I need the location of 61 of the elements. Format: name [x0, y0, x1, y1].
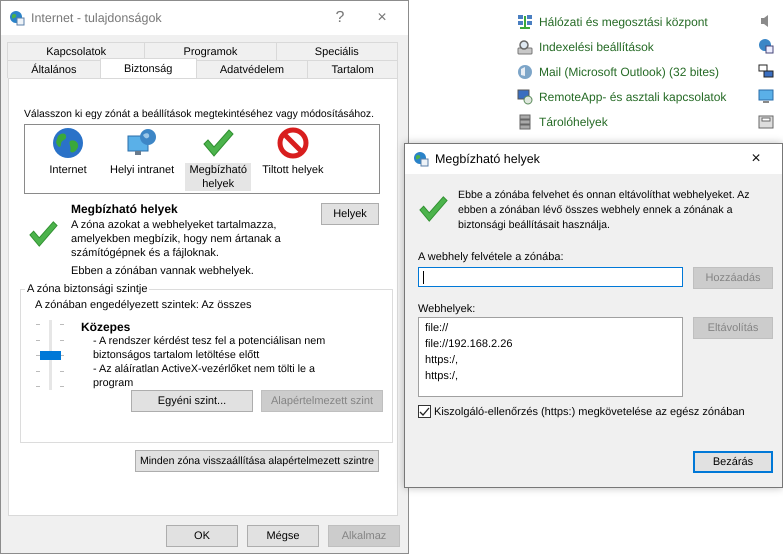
dialog-description: Ebbe a zónába felvehet és onnan eltávolíthat webhelyeket. Az ebben a zónában lévő összes webhely ennek a zónának a biztonsági beállításait használja. — [458, 188, 751, 233]
dialog-button[interactable]: Minden zóna visszaállítása alapértelmezett szintre — [134, 450, 379, 472]
level-description: - A rendszer kérdést tesz fel a potenciálisan nem biztonságos tartalom letöltése előtt — [92, 334, 326, 362]
zone-description: A zóna azokat a webhelyeket tartalmazza, amelyekben megbízik, hogy nem ártanak a számítógépnek és a fájloknak. — [71, 218, 282, 260]
tab[interactable]: Tartalom — [307, 60, 398, 78]
zone-item[interactable]: Internet — [46, 163, 90, 177]
checkbox[interactable] — [418, 405, 431, 418]
site-input-field[interactable] — [418, 267, 683, 287]
zone-item[interactable]: Megbízható helyek — [185, 163, 252, 191]
tab[interactable]: Biztonság — [100, 58, 197, 78]
globe-icon — [517, 64, 533, 80]
dialog-button[interactable]: OK — [166, 525, 238, 547]
allowed-levels-text: A zónában engedélyezett szintek: Az összes — [35, 299, 252, 311]
site-item[interactable]: file:// — [425, 322, 676, 334]
close-button[interactable]: × — [364, 9, 400, 27]
sites-button[interactable]: Helyek — [321, 203, 379, 225]
list-label: Webhelyek: — [418, 303, 476, 315]
control-panel-link[interactable]: Hálózati és megosztási központ — [539, 15, 708, 29]
checkbox-label[interactable]: Kiszolgáló-ellenőrzés (https:) megkövetelése az egész zónában — [434, 406, 745, 418]
window-title: Megbízható helyek — [435, 152, 541, 166]
tab[interactable]: Kapcsolatok — [7, 42, 146, 60]
site-item[interactable]: file://192.168.2.26 — [425, 338, 676, 350]
site-item[interactable]: https:/, — [425, 354, 676, 366]
slider-thumb[interactable] — [40, 350, 61, 360]
level-name: Közepes — [81, 320, 132, 334]
window-title: Internet - tulajdonságok — [31, 11, 163, 25]
globe-icon — [758, 38, 774, 54]
globe-icon — [9, 10, 25, 26]
phone-icon — [758, 113, 774, 129]
control-panel-link[interactable]: Mail (Microsoft Outlook) (32 bites) — [539, 65, 720, 79]
sites-list[interactable]: file:// file://192.168.2.26 https:/, https:/, — [418, 317, 683, 397]
zone-item[interactable]: Tiltott helyek — [259, 163, 327, 177]
tab[interactable]: Általános — [7, 60, 101, 78]
tab[interactable]: Programok — [144, 42, 277, 60]
control-panel-link[interactable]: RemoteApp- és asztali kapcsolatok — [539, 90, 726, 104]
storage-icon — [517, 114, 533, 130]
help-button[interactable]: ? — [322, 9, 358, 27]
check-icon — [28, 219, 58, 249]
globe-icon — [52, 127, 84, 159]
tab[interactable]: Speciális — [276, 42, 398, 60]
level-description: - Az aláíratlan ActiveX-vezérlőket nem tölti le a program — [92, 362, 316, 390]
instruction-text: Válasszon ki egy zónát a beállítások megtekintéséhez vagy módosításához. — [24, 108, 374, 121]
globe-icon — [413, 151, 429, 167]
remote-desktop-icon — [517, 89, 533, 105]
site-item[interactable]: https:/, — [425, 370, 676, 382]
zone-status: Ebben a zónában vannak webhelyek. — [71, 265, 255, 277]
check-icon — [418, 194, 448, 224]
zone-title: Megbízható helyek — [71, 202, 179, 216]
magnifier-drive-icon — [517, 39, 533, 55]
dialog-button[interactable]: Egyéni szint... — [131, 390, 253, 412]
zone-item[interactable]: Helyi intranet — [107, 163, 178, 177]
check-icon — [202, 127, 234, 159]
no-entry-icon — [276, 127, 309, 159]
group-title: A zóna biztonsági szintje — [26, 283, 148, 295]
field-label: A webhely felvétele a zónába: — [418, 251, 565, 263]
dialog-button[interactable]: Mégse — [247, 525, 319, 547]
control-panel-link[interactable]: Tárolóhelyek — [539, 115, 608, 129]
control-panel-link[interactable]: Indexelési beállítások — [539, 40, 654, 54]
dialog-button[interactable]: Bezárás — [693, 451, 773, 473]
monitor-icon — [758, 88, 774, 104]
close-button[interactable]: × — [738, 150, 774, 168]
